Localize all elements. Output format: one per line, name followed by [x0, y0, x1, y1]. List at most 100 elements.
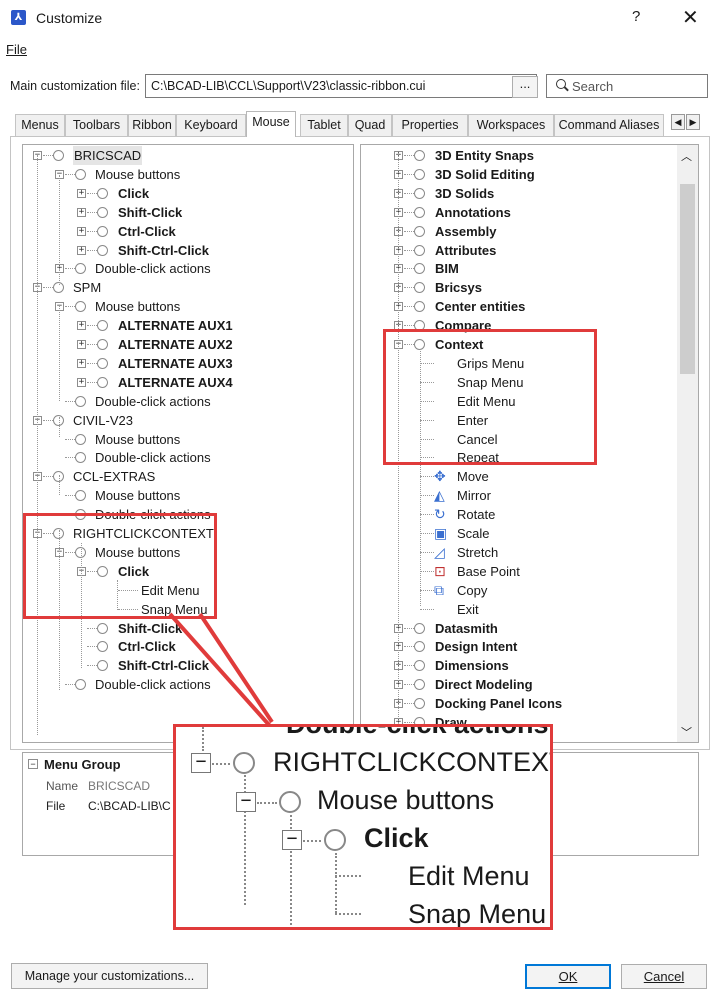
tab-command-aliases[interactable]: Command Aliases [554, 114, 664, 136]
tab-menus[interactable]: Menus [15, 114, 65, 136]
command-group[interactable]: + Bricsys [361, 278, 679, 297]
tab-mouse[interactable]: Mouse [246, 111, 296, 137]
command-group[interactable]: − Context [361, 335, 679, 354]
tree-node[interactable]: + ALTERNATE AUX4 [23, 373, 353, 392]
group-circle-icon [414, 641, 425, 653]
command-group[interactable]: + Design Intent [361, 637, 679, 656]
tree-node[interactable]: + ALTERNATE AUX3 [23, 354, 353, 373]
command-group[interactable]: + Attributes [361, 241, 679, 260]
command-item[interactable]: ⧉ Copy [361, 581, 679, 600]
tab-keyboard[interactable]: Keyboard [176, 114, 246, 136]
tree-node[interactable]: + ALTERNATE AUX1 [23, 316, 353, 335]
close-button[interactable]: ✕ [682, 5, 699, 30]
tab-workspaces[interactable]: Workspaces [468, 114, 554, 136]
tree-node[interactable]: − RIGHTCLICKCONTEXT [23, 524, 353, 543]
group-circle-icon [414, 698, 425, 710]
tree-node[interactable]: + Double-click actions [23, 259, 353, 278]
expand-icon[interactable]: + [77, 377, 86, 387]
collapse-icon[interactable]: − [28, 759, 38, 769]
tree-node[interactable]: − BRICSCAD [23, 146, 353, 165]
tree-node[interactable]: − CIVIL-V23 [23, 411, 353, 430]
tree-node[interactable]: Mouse buttons [23, 430, 353, 449]
command-group-label: Context [435, 337, 484, 352]
command-item[interactable]: ◿ Stretch [361, 543, 679, 562]
tree-node[interactable]: − CCL-EXTRAS [23, 467, 353, 486]
tree-node[interactable]: + Shift-Ctrl-Click [23, 241, 353, 260]
tree-node[interactable]: + Ctrl-Click [23, 222, 353, 241]
browse-button[interactable]: ... [512, 76, 538, 98]
scroll-up-icon[interactable]: ︿ [681, 148, 692, 164]
tab-properties[interactable]: Properties [392, 114, 468, 136]
command-item[interactable]: ▣ Scale [361, 524, 679, 543]
command-group[interactable]: + Center entities [361, 297, 679, 316]
tab-quad[interactable]: Quad [348, 114, 392, 136]
command-group-label: Direct Modeling [435, 677, 533, 693]
command-item[interactable]: Snap Menu [361, 373, 679, 392]
tab-tablet[interactable]: Tablet [300, 114, 348, 136]
commands-tree[interactable]: +3D Entity Snaps +3D Solid Editing +3D Sol… [360, 144, 699, 743]
command-group[interactable]: + Assembly [361, 222, 679, 241]
command-group[interactable]: +3D Solid Editing [361, 165, 679, 184]
tree-node[interactable]: Double-click actions [23, 505, 353, 524]
command-group-label: Datasmith [435, 620, 498, 636]
command-item[interactable]: Repeat [361, 448, 679, 467]
command-item[interactable]: ◭ Mirror [361, 486, 679, 505]
tree-node[interactable]: Double-click actions [23, 392, 353, 411]
tab-ribbon[interactable]: Ribbon [128, 114, 176, 136]
tree-node-label: Mouse buttons [95, 166, 181, 182]
expand-icon[interactable]: + [77, 358, 86, 368]
manage-customizations-button[interactable]: Manage your customizations... [11, 963, 208, 989]
command-item[interactable]: ⊡ Base Point [361, 562, 679, 581]
tree-node[interactable]: + ALTERNATE AUX2 [23, 335, 353, 354]
expand-icon[interactable]: + [77, 188, 86, 198]
command-group[interactable]: + Dimensions [361, 656, 679, 675]
command-item[interactable]: ↻ Rotate [361, 505, 679, 524]
command-item[interactable]: Exit [361, 600, 679, 619]
command-group[interactable]: + Compare [361, 316, 679, 335]
command-group-label: Assembly [435, 223, 497, 239]
tree-node[interactable]: + Click [23, 184, 353, 203]
expand-icon[interactable]: + [77, 340, 86, 349]
command-item[interactable]: Edit Menu [361, 392, 679, 411]
command-group[interactable]: +3D Solids [361, 184, 679, 203]
command-item[interactable]: ✥ Move [361, 467, 679, 486]
cancel-button[interactable]: Cancel [621, 964, 707, 989]
command-group[interactable]: + Direct Modeling [361, 675, 679, 694]
tree-node[interactable]: Mouse buttons [23, 486, 353, 505]
tab-scroll-left-icon[interactable]: ◀ [671, 114, 685, 130]
command-item[interactable]: Grips Menu [361, 354, 679, 373]
tree-node[interactable]: − Mouse buttons [23, 543, 353, 562]
help-button[interactable]: ? [632, 8, 640, 25]
move-icon: ✥ [434, 468, 446, 485]
tree-node[interactable]: − Click [23, 562, 353, 581]
command-group[interactable]: + BIM [361, 259, 679, 278]
tree-node[interactable]: Double-click actions [23, 448, 353, 467]
tree-node[interactable]: − Mouse buttons [23, 297, 353, 316]
node-circle-icon [97, 206, 108, 218]
scroll-down-icon[interactable]: ﹀ [681, 724, 692, 740]
tree-node[interactable]: + Shift-Click [23, 203, 353, 222]
command-group[interactable]: + Annotations [361, 203, 679, 222]
tree-node[interactable]: Edit Menu [23, 581, 353, 600]
command-item[interactable]: Cancel [361, 430, 679, 449]
ok-button[interactable]: OK [525, 964, 611, 989]
node-circle-icon [75, 301, 86, 313]
expand-icon[interactable]: + [77, 245, 86, 255]
tree-node[interactable]: − SPM [23, 278, 353, 297]
expand-icon[interactable]: + [77, 321, 86, 331]
scrollbar-thumb[interactable] [680, 184, 695, 374]
command-group[interactable]: + Docking Panel Icons [361, 694, 679, 713]
expand-icon[interactable]: + [77, 226, 86, 236]
command-group[interactable]: +3D Entity Snaps [361, 146, 679, 165]
tree-node-label: Mouse buttons [95, 299, 181, 315]
tab-scroll-right-icon[interactable]: ▶ [686, 114, 700, 130]
main-customization-file-field[interactable]: C:\BCAD-LIB\CCL\Support\V23\classic-ribb… [145, 74, 537, 98]
command-group-label: Attributes [435, 242, 497, 258]
search-input[interactable] [546, 74, 708, 98]
expand-icon[interactable]: + [77, 207, 86, 217]
tab-toolbars[interactable]: Toolbars [65, 114, 128, 136]
command-group[interactable]: + Datasmith [361, 619, 679, 638]
command-item[interactable]: Enter [361, 411, 679, 430]
tree-node[interactable]: − Mouse buttons [23, 165, 353, 184]
menu-file[interactable]: File [6, 42, 27, 57]
